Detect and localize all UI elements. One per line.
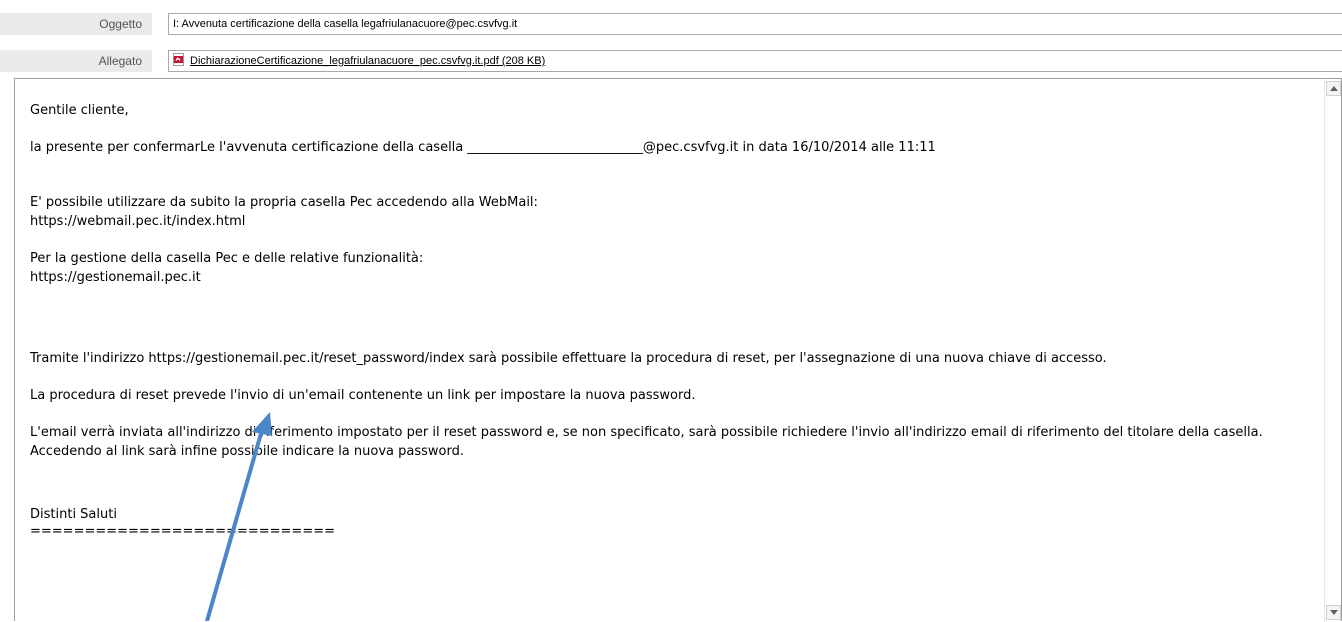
subject-row: Oggetto I: Avvenuta certificazione della…	[0, 13, 1342, 35]
greeting-text: Gentile cliente,	[30, 103, 129, 118]
subject-label: Oggetto	[0, 13, 152, 35]
attachment-field: DichiarazioneCertificazione_legafriulana…	[168, 50, 1342, 72]
attachment-label: Allegato	[0, 50, 152, 72]
message-text: Gentile cliente, la presente per conferm…	[30, 101, 1317, 539]
reset-info-text: Tramite l'indirizzo https://gestionemail…	[30, 351, 1107, 366]
management-intro-text: Per la gestione della casella Pec e dell…	[30, 251, 424, 266]
chevron-down-icon	[1330, 610, 1338, 615]
management-url[interactable]: https://gestionemail.pec.it	[30, 268, 1317, 287]
attachment-link[interactable]: DichiarazioneCertificazione_legafriulana…	[190, 55, 545, 67]
message-body[interactable]: Gentile cliente, la presente per conferm…	[14, 78, 1342, 622]
vertical-scrollbar[interactable]	[1324, 79, 1341, 622]
scroll-up-arrow[interactable]	[1326, 81, 1341, 96]
confirmation-text: la presente per confermarLe l'avvenuta c…	[30, 140, 936, 155]
attachment-row: Allegato DichiarazioneCertificazione_leg…	[0, 50, 1342, 72]
closing-text: Distinti Saluti	[30, 507, 117, 522]
separator-line: ============================	[30, 524, 335, 539]
webmail-intro-text: E' possibile utilizzare da subito la pro…	[30, 195, 538, 210]
pdf-icon	[173, 53, 184, 66]
email-info-text: L'email verrà inviata all'indirizzo di r…	[30, 425, 1267, 459]
reset-procedure-text: La procedura di reset prevede l'invio di…	[30, 388, 696, 403]
subject-field[interactable]: I: Avvenuta certificazione della casella…	[168, 13, 1342, 35]
webmail-url[interactable]: https://webmail.pec.it/index.html	[30, 212, 1317, 231]
scroll-down-arrow[interactable]	[1326, 605, 1341, 620]
chevron-up-icon	[1330, 86, 1338, 91]
message-header: Oggetto I: Avvenuta certificazione della…	[0, 0, 1342, 88]
